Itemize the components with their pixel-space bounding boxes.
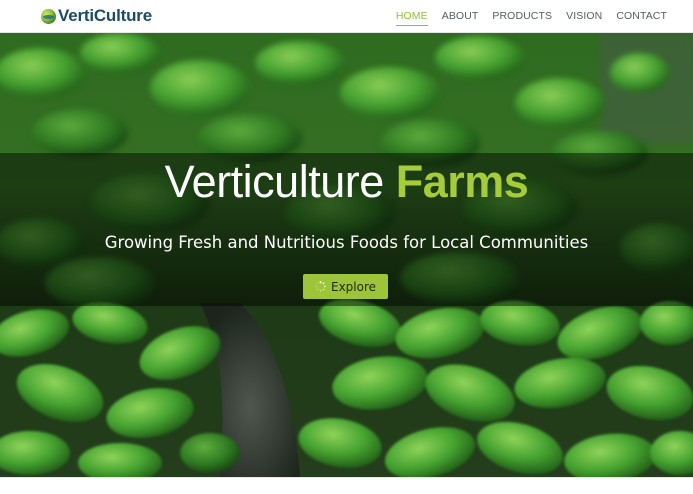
nav-contact[interactable]: CONTACT (616, 0, 667, 33)
top-navbar: VertiCulture HOME ABOUT PRODUCTS VISION … (0, 0, 693, 33)
globe-leaf-icon (41, 8, 56, 24)
hero-section: Verticulture Farms Growing Fresh and Nut… (0, 33, 693, 477)
brand-name: VertiCulture (58, 6, 152, 25)
nav-home[interactable]: HOME (395, 0, 428, 33)
hero-title-accent: Farms (395, 156, 529, 207)
hero-subtitle: Growing Fresh and Nutritious Foods for L… (104, 233, 589, 252)
nav-about[interactable]: ABOUT (442, 0, 479, 33)
nav-menu: HOME ABOUT PRODUCTS VISION CONTACT (395, 0, 667, 33)
explore-button-label: Explore (330, 279, 377, 294)
spinner-icon (315, 281, 326, 292)
nav-vision[interactable]: VISION (566, 0, 602, 33)
hero-title-main: Verticulture (164, 156, 396, 207)
brand-logo-link[interactable]: VertiCulture (41, 6, 152, 26)
nav-products[interactable]: PRODUCTS (492, 0, 552, 33)
hero-title: Verticulture Farms (0, 156, 693, 208)
page-bottom-strip (0, 477, 693, 494)
explore-button[interactable]: Explore (303, 274, 388, 299)
